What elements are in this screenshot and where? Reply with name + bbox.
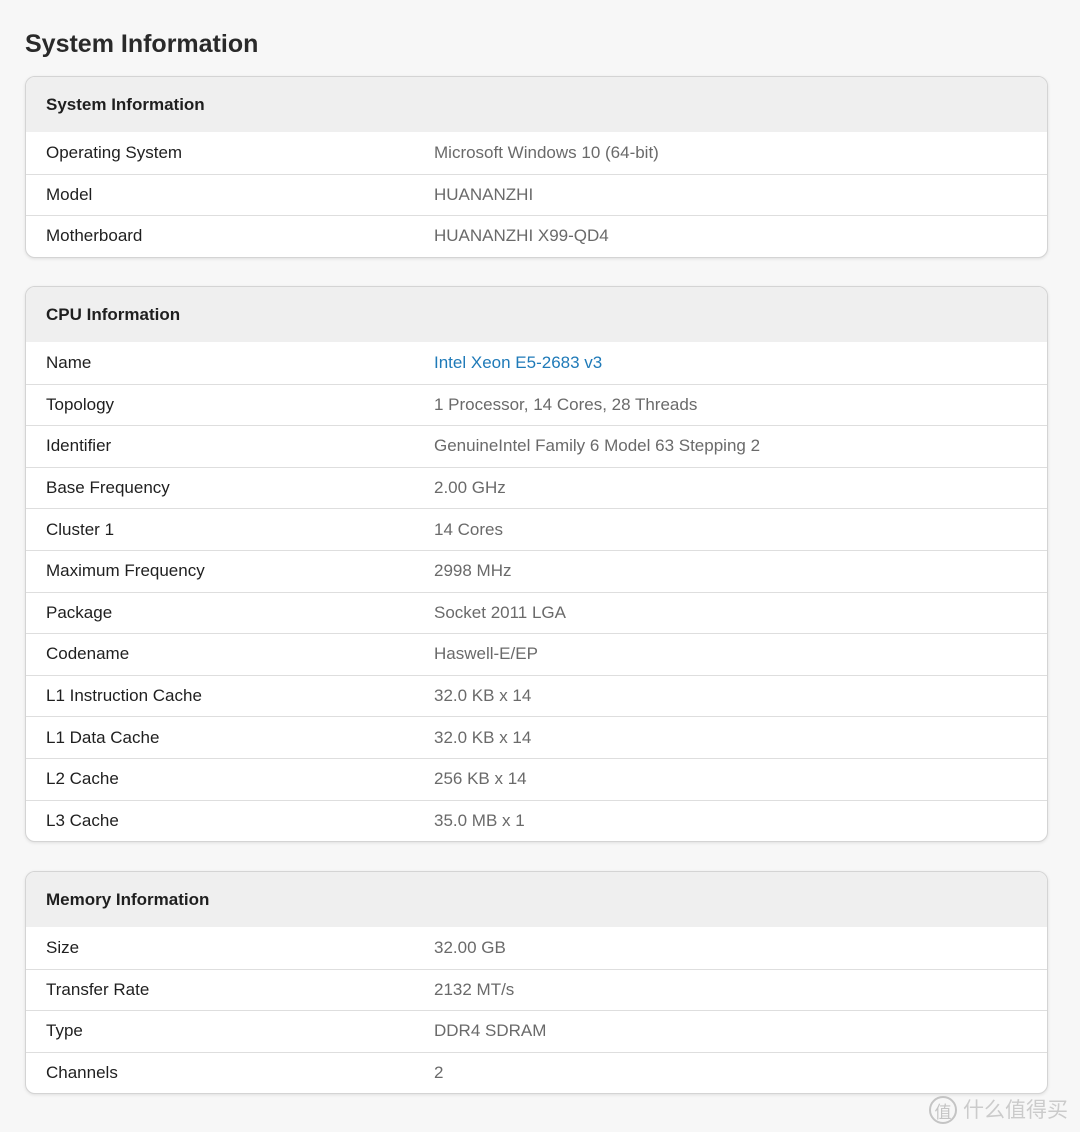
- row-value: GenuineIntel Family 6 Model 63 Stepping …: [434, 436, 761, 456]
- table-row: Identifier GenuineIntel Family 6 Model 6…: [26, 425, 1047, 467]
- table-row: Codename Haswell-E/EP: [26, 633, 1047, 675]
- row-label: L2 Cache: [46, 769, 119, 789]
- row-label: L3 Cache: [46, 810, 119, 830]
- page-title: System Information: [25, 30, 259, 58]
- table-row: Type DDR4 SDRAM: [26, 1010, 1047, 1052]
- cpu-information-panel: CPU Information Name Intel Xeon E5-2683 …: [25, 286, 1048, 843]
- table-row: Operating System Microsoft Windows 10 (6…: [26, 132, 1047, 174]
- cpu-info-rows: Name Intel Xeon E5-2683 v3 Topology 1 Pr…: [26, 342, 1047, 841]
- watermark: 值 什么值得买: [929, 1096, 1068, 1124]
- row-label: L1 Instruction Cache: [46, 686, 202, 706]
- cpu-name-link[interactable]: Intel Xeon E5-2683 v3: [434, 353, 602, 373]
- table-row: Transfer Rate 2132 MT/s: [26, 968, 1047, 1011]
- row-label: Codename: [46, 644, 130, 664]
- row-value: HUANANZHI X99-QD4: [434, 226, 609, 246]
- panel-title: System Information: [26, 77, 1047, 132]
- table-row: Topology 1 Processor, 14 Cores, 28 Threa…: [26, 383, 1047, 426]
- row-value: Microsoft Windows 10 (64-bit): [434, 142, 659, 162]
- memory-info-rows: Size 32.00 GB Transfer Rate 2132 MT/s Ty…: [26, 927, 1047, 1093]
- table-row: Model HUANANZHI: [26, 173, 1047, 216]
- table-row: Base Frequency 2.00 GHz: [26, 466, 1047, 509]
- row-label: Size: [46, 937, 80, 957]
- row-value: DDR4 SDRAM: [434, 1021, 547, 1041]
- row-value: Haswell-E/EP: [434, 644, 538, 664]
- watermark-logo-icon: 值: [929, 1096, 957, 1124]
- table-row: Channels 2: [26, 1051, 1047, 1094]
- watermark-text: 什么值得买: [963, 1098, 1068, 1122]
- table-row: Cluster 1 14 Cores: [26, 508, 1047, 550]
- row-value: 14 Cores: [434, 519, 503, 539]
- row-label: Motherboard: [46, 226, 143, 246]
- table-row: Name Intel Xeon E5-2683 v3: [26, 342, 1047, 384]
- row-label: Name: [46, 352, 92, 372]
- row-label: Topology: [46, 394, 115, 414]
- row-label: Base Frequency: [46, 478, 170, 498]
- row-label: L1 Data Cache: [46, 727, 160, 747]
- row-value: 35.0 MB x 1: [434, 810, 525, 830]
- row-label: Package: [46, 602, 113, 622]
- row-value: 32.00 GB: [434, 937, 506, 957]
- system-info-rows: Operating System Microsoft Windows 10 (6…: [26, 132, 1047, 257]
- memory-information-panel: Memory Information Size 32.00 GB Transfe…: [25, 871, 1048, 1095]
- row-value: 2998 MHz: [434, 561, 512, 581]
- row-value: 2.00 GHz: [434, 478, 506, 498]
- row-label: Transfer Rate: [46, 979, 150, 999]
- row-value: 2: [434, 1063, 444, 1083]
- table-row: L1 Instruction Cache 32.0 KB x 14: [26, 674, 1047, 717]
- table-row: L1 Data Cache 32.0 KB x 14: [26, 716, 1047, 758]
- table-row: L3 Cache 35.0 MB x 1: [26, 799, 1047, 842]
- system-information-panel: System Information Operating System Micr…: [25, 76, 1048, 258]
- row-value: 1 Processor, 14 Cores, 28 Threads: [434, 394, 698, 414]
- row-value: 2132 MT/s: [434, 979, 515, 999]
- row-value: 32.0 KB x 14: [434, 727, 532, 747]
- table-row: Maximum Frequency 2998 MHz: [26, 549, 1047, 592]
- table-row: Motherboard HUANANZHI X99-QD4: [26, 215, 1047, 257]
- row-label: Maximum Frequency: [46, 561, 205, 581]
- row-label: Type: [46, 1021, 83, 1041]
- panel-title: Memory Information: [26, 872, 1047, 927]
- row-value: HUANANZHI: [434, 184, 534, 204]
- table-row: L2 Cache 256 KB x 14: [26, 757, 1047, 800]
- row-value: 32.0 KB x 14: [434, 686, 532, 706]
- row-value: 256 KB x 14: [434, 769, 527, 789]
- row-label: Identifier: [46, 436, 112, 456]
- table-row: Size 32.00 GB: [26, 927, 1047, 969]
- row-label: Cluster 1: [46, 519, 115, 539]
- row-value: Socket 2011 LGA: [434, 602, 566, 622]
- row-label: Operating System: [46, 142, 183, 162]
- row-label: Model: [46, 184, 93, 204]
- table-row: Package Socket 2011 LGA: [26, 591, 1047, 634]
- row-label: Channels: [46, 1063, 118, 1083]
- panel-title: CPU Information: [26, 287, 1047, 342]
